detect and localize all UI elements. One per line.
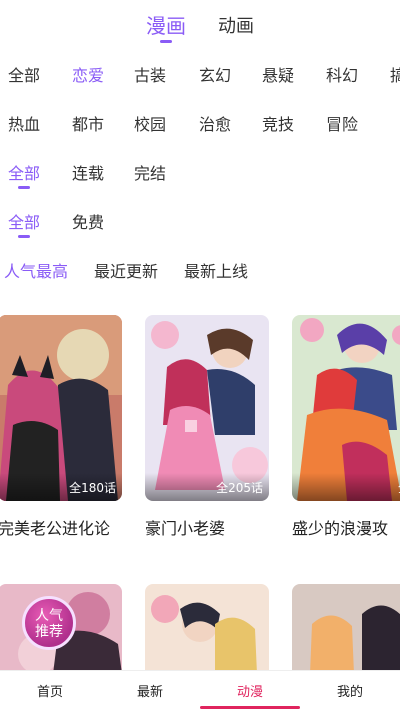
episode-count: 全180话 xyxy=(0,473,122,501)
genre-hotblood[interactable]: 热血 xyxy=(8,111,40,135)
episode-count: 全 xyxy=(292,473,400,501)
tab-donghua[interactable]: 动画 xyxy=(218,12,254,38)
comic-card[interactable]: 全180话 完美老公进化论 xyxy=(0,315,122,538)
genre-healing[interactable]: 治愈 xyxy=(199,111,231,135)
genre-row-2: 热血 都市 校园 治愈 竞技 冒险 xyxy=(0,111,400,141)
badge-line-1: 人气 xyxy=(35,608,63,624)
genre-funny[interactable]: 搞 xyxy=(390,62,400,86)
nav-home[interactable]: 首页 xyxy=(37,681,63,700)
sort-popular[interactable]: 人气最高 xyxy=(4,258,68,282)
genre-all[interactable]: 全部 xyxy=(8,62,40,86)
price-all[interactable]: 全部 xyxy=(8,209,41,238)
comic-card-partial[interactable] xyxy=(292,584,400,674)
cover-art-image xyxy=(292,584,400,674)
bottom-navigation: 首页 最新 动漫 我的 xyxy=(0,670,400,711)
genre-sports[interactable]: 竞技 xyxy=(262,111,294,135)
price-filter-row: 全部 免费 xyxy=(0,209,400,239)
nav-latest[interactable]: 最新 xyxy=(137,681,163,700)
status-completed[interactable]: 完结 xyxy=(134,160,166,184)
nav-active-indicator xyxy=(200,706,300,709)
status-active-indicator xyxy=(18,186,30,189)
episode-count: 全205话 xyxy=(145,473,269,501)
status-all[interactable]: 全部 xyxy=(8,160,41,189)
price-all-label: 全部 xyxy=(8,213,41,232)
sort-recent-update[interactable]: 最近更新 xyxy=(94,258,158,282)
comic-title[interactable]: 豪门小老婆 xyxy=(145,515,305,539)
sort-row: 人气最高 最近更新 最新上线 xyxy=(0,258,400,288)
genre-row-1: 全部 恋爱 古装 玄幻 悬疑 科幻 搞 xyxy=(0,62,400,92)
comic-card[interactable]: 全205话 豪门小老婆 xyxy=(145,315,269,538)
status-serializing[interactable]: 连载 xyxy=(72,160,104,184)
genre-romance[interactable]: 恋爱 xyxy=(72,62,104,86)
sort-newest[interactable]: 最新上线 xyxy=(184,258,248,282)
genre-urban[interactable]: 都市 xyxy=(72,111,104,135)
price-free[interactable]: 免费 xyxy=(72,209,104,233)
status-all-label: 全部 xyxy=(8,164,41,183)
comic-cover[interactable]: 全205话 xyxy=(145,315,269,501)
genre-adventure[interactable]: 冒险 xyxy=(326,111,358,135)
price-active-indicator xyxy=(18,235,30,238)
status-filter-row: 全部 连载 完结 xyxy=(0,160,400,190)
comic-card-partial[interactable] xyxy=(145,584,269,674)
comic-cover[interactable]: 全180话 xyxy=(0,315,122,501)
genre-scifi[interactable]: 科幻 xyxy=(326,62,358,86)
popular-recommend-badge: 人气 推荐 xyxy=(22,596,76,650)
tab-active-indicator xyxy=(160,40,172,43)
tab-manhua[interactable]: 漫画 xyxy=(146,10,186,43)
badge-line-2: 推荐 xyxy=(35,624,63,640)
comic-cover[interactable]: 全 xyxy=(292,315,400,501)
nav-mine[interactable]: 我的 xyxy=(337,681,363,700)
genre-costume[interactable]: 古装 xyxy=(134,62,166,86)
genre-campus[interactable]: 校园 xyxy=(134,111,166,135)
nav-anime[interactable]: 动漫 xyxy=(237,681,263,700)
genre-fantasy[interactable]: 玄幻 xyxy=(199,62,231,86)
genre-suspense[interactable]: 悬疑 xyxy=(262,62,294,86)
top-tab-bar: 漫画 动画 xyxy=(0,0,400,46)
comic-card[interactable]: 全 盛少的浪漫攻 xyxy=(292,315,400,538)
comic-title[interactable]: 盛少的浪漫攻 xyxy=(292,515,400,539)
cover-art-image xyxy=(145,584,269,674)
tab-donghua-label: 动画 xyxy=(218,16,254,37)
tab-manhua-label: 漫画 xyxy=(146,14,186,38)
comic-title[interactable]: 完美老公进化论 xyxy=(0,515,158,539)
